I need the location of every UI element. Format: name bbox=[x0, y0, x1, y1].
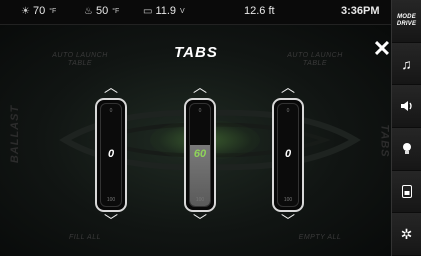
tab-center-slider[interactable]: 0 100 60 bbox=[184, 98, 216, 212]
tab-center-tick-top: 0 bbox=[198, 108, 202, 114]
tab-right-control: ︿ 0 100 0 ﹀ bbox=[268, 80, 308, 228]
depth-value: 12.6 ft bbox=[244, 5, 275, 17]
air-temp-readout: ☀ 70 °F bbox=[21, 5, 56, 17]
ballast-side-label: BALLAST bbox=[9, 104, 22, 164]
tabs-side-label: TABS bbox=[378, 124, 391, 158]
water-temp-value: 50 bbox=[95, 5, 109, 17]
air-temp-value: 70 bbox=[32, 5, 46, 17]
tab-center-tick-bottom: 100 bbox=[195, 197, 205, 203]
volume-icon bbox=[400, 101, 412, 112]
settings-button[interactable]: ✲ bbox=[392, 213, 421, 256]
water-temp-readout: ♨ 50 °F bbox=[84, 5, 119, 17]
battery-readout: ▭ 11.9 V bbox=[143, 5, 185, 17]
drive-mode-button[interactable]: MODE DRIVE bbox=[392, 0, 421, 43]
battery-value: 11.9 bbox=[155, 5, 177, 17]
drive-mode-label: MODE DRIVE bbox=[396, 13, 417, 27]
tab-left-down-button[interactable]: ﹀ bbox=[91, 214, 131, 228]
tab-center-control: ︿ 0 100 60 ﹀ bbox=[180, 80, 220, 228]
depth-readout: 12.6 ft bbox=[244, 5, 275, 17]
tab-right-tick-top: 0 bbox=[286, 108, 290, 114]
volume-button[interactable] bbox=[392, 85, 421, 129]
storage-button[interactable] bbox=[392, 170, 421, 214]
tab-center-up-button[interactable]: ︿ bbox=[180, 80, 220, 94]
tab-right-slider[interactable]: 0 100 0 bbox=[272, 98, 304, 212]
close-button[interactable]: ✕ bbox=[372, 38, 392, 60]
tab-center-track: 0 100 60 bbox=[189, 103, 211, 207]
tab-right-tick-bottom: 100 bbox=[283, 197, 293, 203]
air-temp-icon: ☀ bbox=[21, 5, 30, 17]
tab-center-down-button[interactable]: ﹀ bbox=[180, 214, 220, 228]
tab-left-tick-top: 0 bbox=[109, 108, 113, 114]
clock: 3:36PM bbox=[341, 5, 380, 17]
lights-button[interactable] bbox=[392, 128, 421, 171]
tab-right-down-button[interactable]: ﹀ bbox=[268, 214, 308, 228]
air-temp-unit: °F bbox=[49, 7, 57, 15]
light-bulb-icon bbox=[402, 142, 411, 154]
battery-unit: V bbox=[180, 7, 185, 15]
tab-left-slider[interactable]: 0 100 0 bbox=[95, 98, 127, 212]
tab-right-value: 0 bbox=[284, 148, 292, 160]
sidebar: MODE DRIVE ♫ ✲ bbox=[391, 0, 421, 256]
music-icon: ♫ bbox=[401, 55, 412, 72]
water-temp-icon: ♨ bbox=[84, 5, 93, 17]
water-temp-unit: °F bbox=[112, 7, 120, 15]
tab-left-tick-bottom: 100 bbox=[106, 197, 116, 203]
music-button[interactable]: ♫ bbox=[392, 42, 421, 86]
tab-right-up-button[interactable]: ︿ bbox=[268, 80, 308, 94]
tab-left-value: 0 bbox=[107, 148, 115, 160]
tab-left-control: ︿ 0 100 0 ﹀ bbox=[91, 80, 131, 228]
tab-left-track: 0 100 0 bbox=[100, 103, 122, 207]
storage-icon bbox=[401, 185, 412, 199]
tabs-screen: AUTO LAUNCH TABLE AUTO LAUNCH TABLE FILL… bbox=[0, 0, 421, 256]
tab-center-value: 60 bbox=[193, 148, 207, 160]
fill-all-label: FILL ALL bbox=[68, 234, 102, 241]
status-bar: ☀ 70 °F ♨ 50 °F ▭ 11.9 V 12.6 ft 3:36PM bbox=[0, 0, 392, 25]
tab-right-track: 0 100 0 bbox=[277, 103, 299, 207]
empty-all-label: EMPTY ALL bbox=[298, 234, 342, 241]
page-title: TABS bbox=[174, 44, 218, 61]
gear-icon: ✲ bbox=[400, 225, 413, 242]
tab-left-up-button[interactable]: ︿ bbox=[91, 80, 131, 94]
battery-icon: ▭ bbox=[143, 5, 153, 17]
